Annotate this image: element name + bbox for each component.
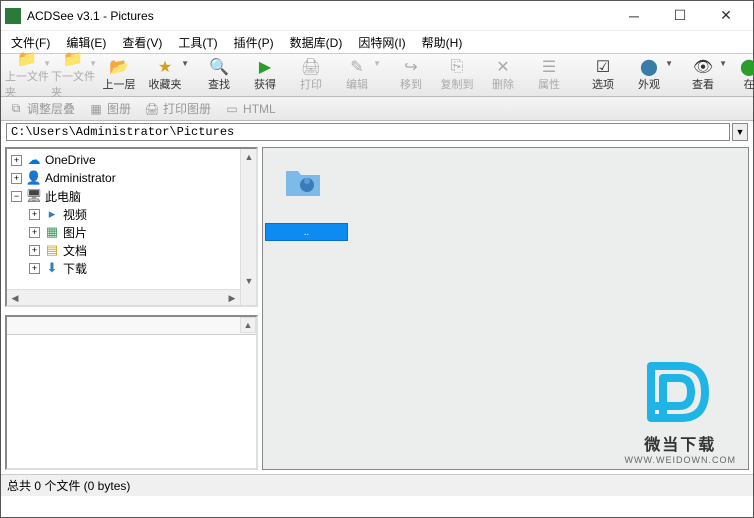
tree-node[interactable]: + ▦图片 xyxy=(9,223,254,241)
folder-tree-panel: + ☁OneDrive + 👤Administrator −🖥此电脑 + ▸视频 + ▦图片 + ▤… xyxy=(5,147,258,307)
watermark: 微当下载 WWW.WEIDOWN.COM xyxy=(625,358,736,465)
menubar: 文件(F) 编辑(E) 查看(V) 工具(T) 插件(P) 数据库(D) 因特网… xyxy=(1,31,753,53)
tree-toggle-icon[interactable]: + xyxy=(29,245,40,256)
copyto-button[interactable]: ⎘复制到 xyxy=(435,55,479,95)
download-icon: ⬇ xyxy=(44,260,60,276)
tree-node[interactable]: + ▸视频 xyxy=(9,205,254,223)
maximize-button[interactable]: ☐ xyxy=(657,1,703,31)
scroll-down-icon[interactable]: ▼ xyxy=(241,273,257,289)
file-list-panel[interactable]: .. 微当下载 WWW.WEIDOWN.COM xyxy=(262,147,749,470)
minimize-button[interactable]: ─ xyxy=(611,1,657,31)
path-input[interactable] xyxy=(6,123,730,141)
menu-plugins[interactable]: 插件(P) xyxy=(228,32,280,53)
next-folder-button[interactable]: 📁下一文件夹▼ xyxy=(51,55,95,95)
tree-label: OneDrive xyxy=(45,153,96,167)
pc-icon: 🖥 xyxy=(26,188,42,204)
edit-button[interactable]: ✎编辑▼ xyxy=(335,55,379,95)
onedrive-icon: ☁ xyxy=(26,152,42,168)
scroll-left-icon[interactable]: ◀ xyxy=(7,290,23,306)
tree-toggle-icon[interactable]: + xyxy=(11,173,22,184)
tree-node[interactable]: + ▤文档 xyxy=(9,241,254,259)
delete-button[interactable]: ✕删除 xyxy=(481,55,525,95)
secondary-toolbar: ⧉调整层叠 ▦图册 🖨打印图册 ▭HTML xyxy=(1,97,753,121)
tree-toggle-icon[interactable]: + xyxy=(29,209,40,220)
tree-label: 视频 xyxy=(63,206,87,223)
menu-tools[interactable]: 工具(T) xyxy=(172,32,223,53)
view-mode-button[interactable]: ⬤外观▼ xyxy=(627,55,671,95)
tree-toggle-icon[interactable]: + xyxy=(11,155,22,166)
menu-view[interactable]: 查看(V) xyxy=(116,32,168,53)
options-button[interactable]: ☑选项 xyxy=(581,55,625,95)
adjust-layers-button[interactable]: ⧉调整层叠 xyxy=(9,100,75,117)
browse-button[interactable]: 👁查看▼ xyxy=(681,55,725,95)
tree-label: 文档 xyxy=(63,242,87,259)
print-button[interactable]: 🖨打印 xyxy=(289,55,333,95)
find-button[interactable]: 🔍查找 xyxy=(197,55,241,95)
tree-toggle-icon[interactable]: − xyxy=(11,191,22,202)
tree-vscrollbar[interactable]: ▲ ▼ xyxy=(240,149,256,305)
menu-database[interactable]: 数据库(D) xyxy=(284,32,349,53)
doc-icon: ▤ xyxy=(44,242,60,258)
tree-node[interactable]: + ⬇下载 xyxy=(9,259,254,277)
status-text: 总共 0 个文件 (0 bytes) xyxy=(7,477,130,494)
album-button[interactable]: ▦图册 xyxy=(89,100,131,117)
html-button[interactable]: ▭HTML xyxy=(225,102,276,116)
window-title: ACDSee v3.1 - Pictures xyxy=(27,9,611,23)
tree-label: 此电脑 xyxy=(45,188,81,205)
tree-label: 下载 xyxy=(63,260,87,277)
menu-help[interactable]: 帮助(H) xyxy=(416,32,469,53)
path-dropdown-button[interactable]: ▼ xyxy=(732,123,748,141)
tree-node[interactable]: + 👤Administrator xyxy=(9,169,254,187)
tree-hscrollbar[interactable]: ◀ ▶ xyxy=(7,289,240,305)
video-icon: ▸ xyxy=(44,206,60,222)
up-button[interactable]: 📂上一层 xyxy=(97,55,141,95)
print-album-button[interactable]: 🖨打印图册 xyxy=(145,100,211,117)
properties-button[interactable]: ☰属性 xyxy=(527,55,571,95)
main-toolbar: 📁上一文件夹▼ 📁下一文件夹▼ 📂上一层 ★收藏夹▼ 🔍查找 ▶获得 🖨打印 ✎… xyxy=(1,53,753,97)
user-icon: 👤 xyxy=(26,170,42,186)
picture-icon: ▦ xyxy=(44,224,60,240)
tree-label: Administrator xyxy=(45,171,116,185)
online-button[interactable]: ⬤在 xyxy=(727,55,754,95)
scroll-up-icon[interactable]: ▲ xyxy=(241,149,257,165)
close-button[interactable]: ✕ xyxy=(703,1,749,31)
app-icon xyxy=(5,8,21,24)
moveto-button[interactable]: ↪移到 xyxy=(389,55,433,95)
parent-folder-icon[interactable] xyxy=(283,161,323,201)
selected-item[interactable]: .. xyxy=(265,223,348,241)
scroll-right-icon[interactable]: ▶ xyxy=(224,290,240,306)
status-bar: 总共 0 个文件 (0 bytes) xyxy=(1,474,753,496)
menu-internet[interactable]: 因特网(I) xyxy=(352,32,411,53)
acquire-button[interactable]: ▶获得 xyxy=(243,55,287,95)
tree-node[interactable]: + ☁OneDrive xyxy=(9,151,254,169)
prev-folder-button[interactable]: 📁上一文件夹▼ xyxy=(5,55,49,95)
tree-node[interactable]: −🖥此电脑 xyxy=(9,187,254,205)
favorites-button[interactable]: ★收藏夹▼ xyxy=(143,55,187,95)
tree-toggle-icon[interactable]: + xyxy=(29,227,40,238)
preview-panel: ▲ xyxy=(5,315,258,470)
panel-collapse-icon[interactable]: ▲ xyxy=(240,317,256,333)
tree-label: 图片 xyxy=(63,224,87,241)
tree-toggle-icon[interactable]: + xyxy=(29,263,40,274)
